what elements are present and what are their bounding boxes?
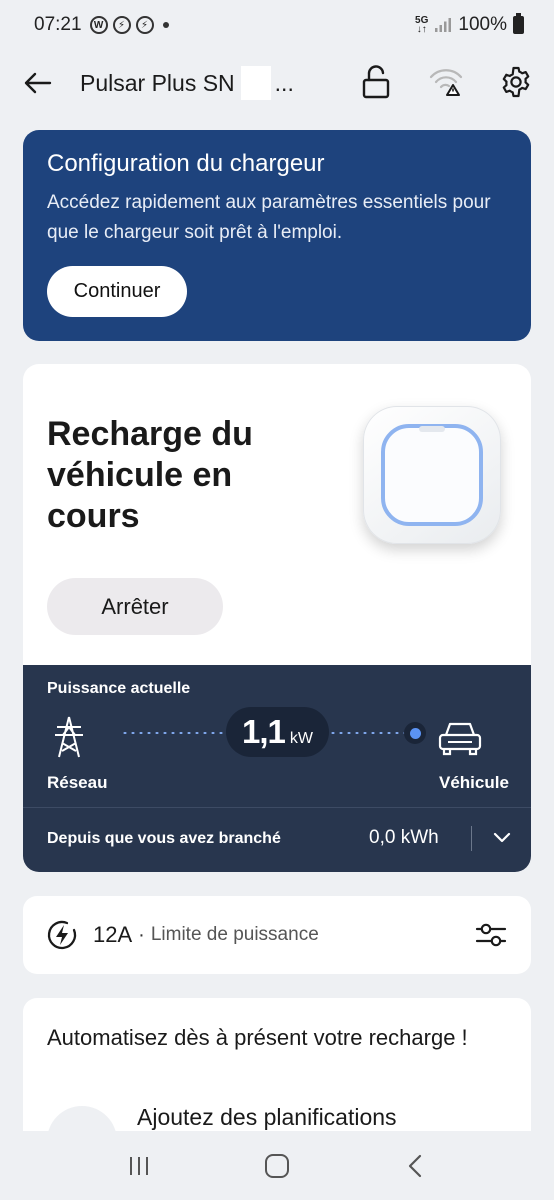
continue-button[interactable]: Continuer — [47, 266, 187, 317]
charging-card: Recharge du véhicule en cours Arrêter Pu… — [23, 364, 531, 872]
charging-notification-icon: ⚡ — [112, 16, 131, 34]
setup-title: Configuration du chargeur — [47, 150, 325, 177]
charging-notification-icon-2: ⚡ — [135, 16, 154, 34]
grid-label: Réseau — [47, 773, 108, 792]
power-limit-label: Limite de puissance — [150, 924, 319, 945]
lock-button[interactable] — [356, 62, 396, 102]
more-notifications-icon — [162, 22, 169, 28]
recents-icon — [130, 1156, 148, 1175]
power-value: 1,1 — [242, 713, 286, 750]
power-limit-card[interactable]: 12A · Limite de puissance — [23, 896, 531, 974]
notification-icons: W ⚡ ⚡ — [89, 16, 169, 34]
automation-title: Automatisez dès à présent votre recharge… — [47, 1025, 468, 1050]
vw-app-icon: W — [89, 16, 108, 34]
wifi-warning-icon — [429, 69, 463, 96]
system-nav-bar — [0, 1131, 554, 1200]
app-bar: Pulsar Plus SN ... — [0, 52, 554, 114]
charger-notch — [419, 426, 445, 432]
page-title: Pulsar Plus SN ... — [80, 66, 294, 100]
charger-led-ring — [381, 424, 483, 526]
home-icon — [265, 1153, 289, 1178]
recents-button[interactable] — [115, 1146, 163, 1186]
title-prefix: Pulsar Plus SN — [80, 69, 235, 96]
network-5g-icon: 5G ↓↑ — [415, 15, 429, 35]
panel-divider — [23, 807, 531, 808]
lock-open-icon — [362, 65, 390, 99]
back-arrow-icon — [24, 72, 52, 94]
add-schedules-item[interactable]: Ajoutez des planifications — [137, 1104, 397, 1131]
signal-icon — [435, 18, 452, 32]
power-panel: Puissance actuelle Réseau 1,1 kW Véhicul… — [23, 665, 531, 872]
energy-delivered-value: 0,0 kWh — [369, 827, 439, 848]
system-back-button[interactable] — [391, 1146, 439, 1186]
power-readout: 1,1 kW — [226, 707, 329, 757]
setup-description: Accédez rapidement aux paramètres essent… — [47, 192, 491, 243]
charging-status-title: Recharge du véhicule en cours — [47, 415, 253, 535]
back-button[interactable] — [22, 63, 62, 103]
status-bar-right: 5G ↓↑ 100% — [415, 13, 524, 36]
stop-charging-button[interactable]: Arrêter — [47, 578, 223, 635]
separator-dot: · — [138, 923, 145, 946]
charger-image — [363, 406, 501, 544]
battery-icon — [513, 13, 524, 34]
battery-percent: 100% — [458, 14, 507, 35]
expand-session-button[interactable] — [489, 825, 515, 851]
since-plugged-label: Depuis que vous avez branché — [47, 830, 281, 847]
connectivity-button[interactable] — [426, 62, 466, 102]
current-power-label: Puissance actuelle — [47, 680, 191, 697]
charger-setup-banner: Configuration du chargeur Accédez rapide… — [23, 130, 531, 341]
status-bar: 07:21 W ⚡ ⚡ 5G ↓↑ 100% — [0, 0, 554, 50]
sliders-icon — [475, 923, 507, 947]
back-icon — [408, 1154, 422, 1177]
settings-button[interactable] — [496, 62, 536, 102]
power-unit: kW — [289, 730, 313, 747]
gear-icon — [502, 66, 530, 98]
car-icon — [438, 722, 482, 756]
power-limit-settings-button[interactable] — [475, 920, 507, 950]
redacted-serial — [240, 66, 271, 100]
status-bar-left: 07:21 W ⚡ ⚡ — [34, 14, 169, 36]
vehicle-label: Véhicule — [439, 773, 509, 792]
status-time: 07:21 — [34, 14, 82, 35]
lightning-circle-icon — [47, 920, 77, 950]
power-grid-icon — [55, 716, 83, 758]
energy-separator — [471, 826, 472, 851]
power-flow-node — [404, 722, 426, 744]
chevron-down-icon — [493, 832, 511, 843]
app-bar-actions — [356, 62, 536, 102]
power-limit-value: 12A — [93, 922, 133, 947]
home-button[interactable] — [253, 1146, 301, 1186]
title-suffix: ... — [274, 69, 294, 96]
